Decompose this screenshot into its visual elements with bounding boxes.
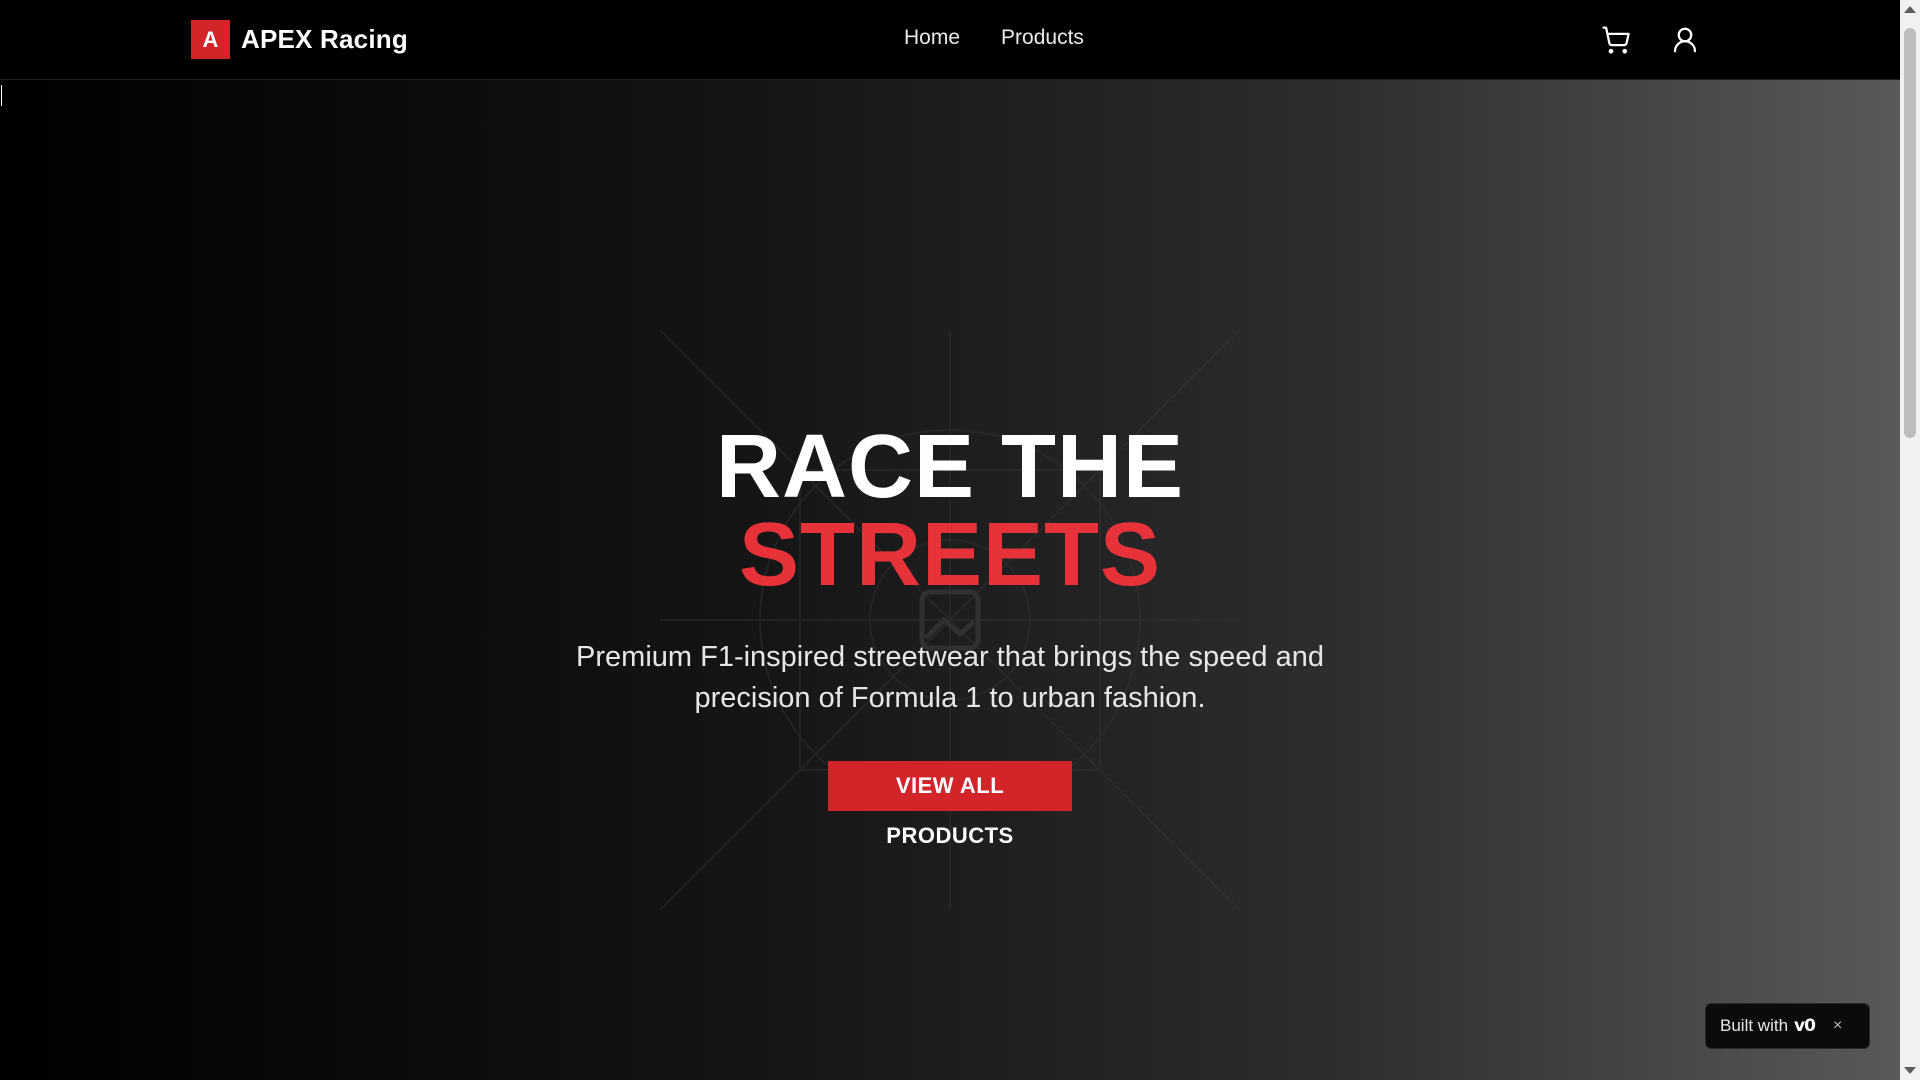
main-nav: Home Products — [904, 26, 1084, 50]
user-icon — [1673, 27, 1697, 53]
scrollbar-thumb[interactable] — [1904, 28, 1916, 438]
brand-mark: A — [191, 20, 230, 59]
hero-title-line1: RACE THE — [715, 417, 1185, 517]
nav-link-home[interactable]: Home — [904, 26, 960, 50]
hero-content: RACE THE STREETS Premium F1-inspired str… — [0, 417, 1900, 848]
vertical-scrollbar[interactable] — [1900, 0, 1920, 1080]
text-caret — [1, 85, 2, 106]
cart-button[interactable] — [1600, 24, 1632, 56]
scroll-down-arrow-icon[interactable] — [1904, 1067, 1916, 1074]
brand-logo-link[interactable]: A APEX Racing — [191, 20, 408, 59]
hero-section: RACE THE STREETS Premium F1-inspired str… — [0, 80, 1900, 1080]
hero-subtitle: Premium F1-inspired streetwear that brin… — [576, 641, 1324, 714]
account-button[interactable] — [1669, 24, 1701, 56]
page: A APEX Racing Home Products RACE THE STR… — [0, 0, 1920, 1080]
top-navbar: A APEX Racing Home Products — [0, 0, 1900, 80]
badge-text: Built with — [1720, 1016, 1789, 1035]
hero-title-line2: STREETS — [738, 505, 1162, 605]
scroll-up-arrow-icon[interactable] — [1904, 6, 1916, 13]
view-all-products-button[interactable]: VIEW ALL PRODUCTS — [828, 761, 1072, 848]
built-with-badge[interactable]: Built with v0 × — [1705, 1003, 1870, 1049]
v0-logo-icon: v0 — [1794, 1016, 1816, 1036]
hero-title: RACE THE STREETS — [0, 417, 1900, 605]
nav-link-products[interactable]: Products — [1001, 26, 1084, 50]
close-icon[interactable]: × — [1833, 1017, 1842, 1035]
cart-icon — [1602, 26, 1630, 54]
brand-name: APEX Racing — [241, 24, 408, 54]
